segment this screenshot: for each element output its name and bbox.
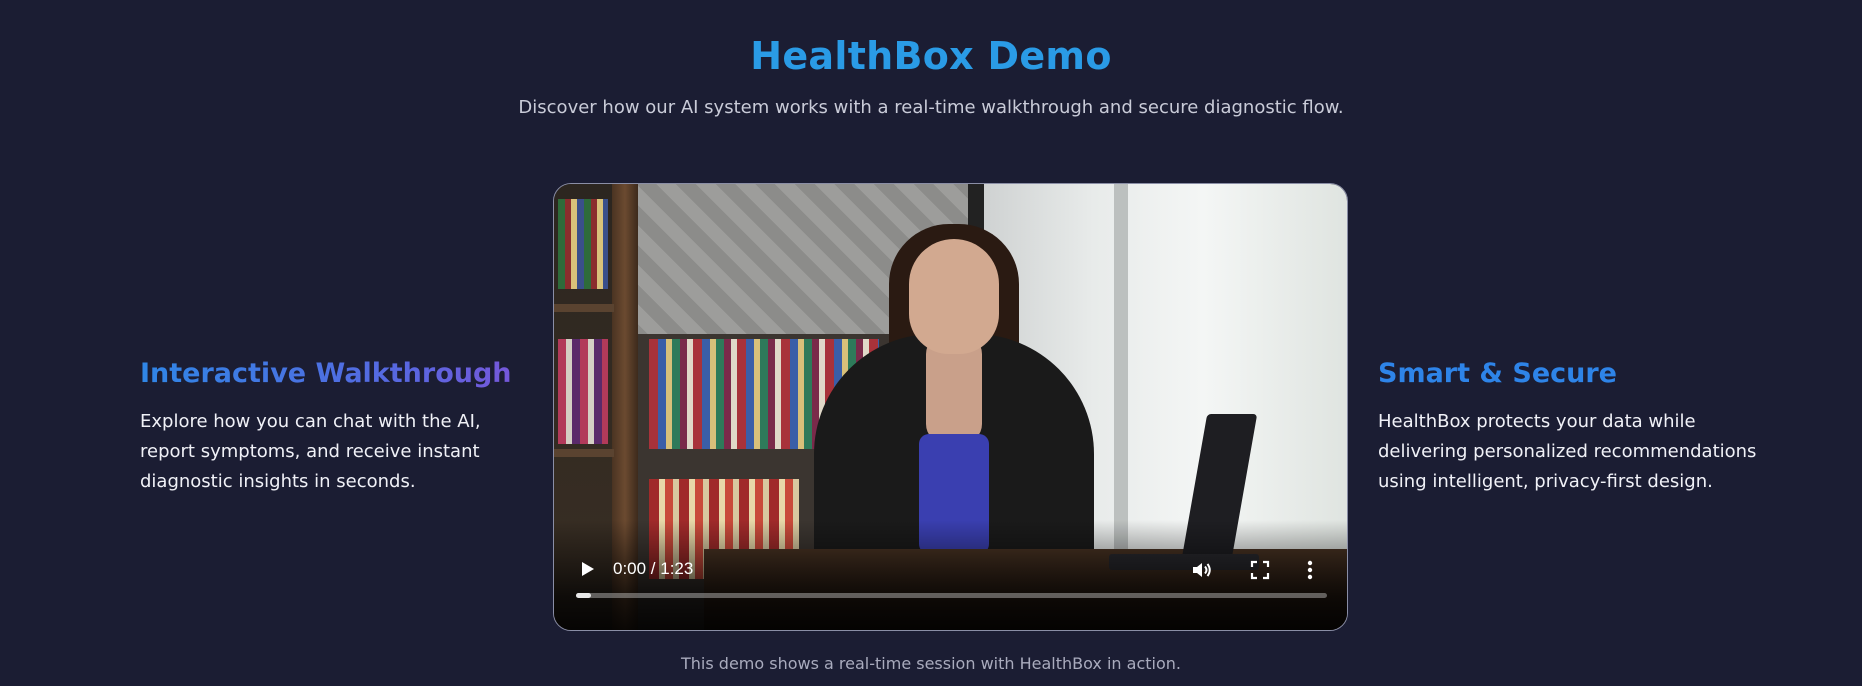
video-progress-bar[interactable]: [576, 593, 1327, 598]
feature-smart-secure: Smart & Secure HealthBox protects your d…: [1378, 358, 1778, 497]
feature-description: Explore how you can chat with the AI, re…: [140, 411, 481, 492]
video-progress-fill: [576, 593, 592, 598]
feature-description: HealthBox protects your data while deliv…: [1378, 411, 1757, 492]
page-subtitle: Discover how our AI system works with a …: [518, 97, 1344, 118]
video-caption: This demo shows a real-time session with…: [681, 654, 1181, 673]
video-controls: 0:00 / 1:23: [554, 540, 1347, 630]
more-options-icon[interactable]: [1306, 558, 1314, 582]
fullscreen-icon[interactable]: [1250, 560, 1270, 580]
page-title: HealthBox Demo: [750, 34, 1112, 78]
volume-icon[interactable]: [1190, 558, 1214, 582]
video-time-display: 0:00 / 1:23: [613, 559, 694, 578]
feature-title: Interactive Walkthrough: [140, 358, 530, 389]
demo-video-player[interactable]: 0:00 / 1:23: [553, 183, 1348, 631]
play-icon[interactable]: [576, 558, 598, 580]
feature-title: Smart & Secure: [1378, 358, 1617, 389]
feature-interactive-walkthrough: Interactive Walkthrough Explore how you …: [140, 358, 530, 497]
